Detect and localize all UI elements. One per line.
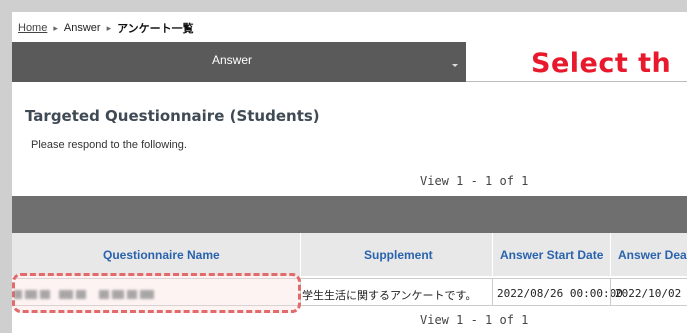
window-left-border [0,0,12,333]
table-header: Questionnaire Name Supplement Answer Sta… [12,233,687,276]
column-divider [610,233,611,276]
column-header-start-date[interactable]: Answer Start Date [500,248,603,262]
pager-top: View 1 - 1 of 1 [420,174,529,188]
caret-down-icon [452,64,458,67]
pager-bottom: View 1 - 1 of 1 [420,313,529,327]
supplement-cell: 学生生活に関するアンケートです。 [302,290,477,302]
breadcrumb: Home ▸ Answer ▸ アンケート一覧 [18,20,194,36]
breadcrumb-home-link[interactable]: Home [18,22,47,34]
instruction-banner: Select th [531,48,672,79]
deadline-cell: 2022/10/02 23 [615,287,687,300]
column-divider [300,233,301,276]
breadcrumb-answer[interactable]: Answer [64,22,101,34]
table-toolbar [12,196,687,233]
cell-divider [492,279,493,305]
breadcrumb-current: アンケート一覧 [117,23,194,35]
column-header-deadline[interactable]: Answer Dead [618,248,687,262]
answer-menu-label: Answer [211,53,252,67]
answer-menu-tab[interactable]: Answer [12,42,466,82]
page-frame: Home ▸ Answer ▸ アンケート一覧 Answer Select th… [12,12,687,333]
page-title: Targeted Questionnaire (Students) [25,107,320,125]
window-top-border [0,0,687,12]
column-header-supplement[interactable]: Supplement [364,248,433,262]
cell-divider [610,279,611,305]
start-date-cell: 2022/08/26 00:00:00 [497,287,623,300]
column-header-name[interactable]: Questionnaire Name [103,248,220,262]
chevron-right-icon: ▸ [53,22,58,33]
redacted-questionnaire-link[interactable] [14,288,194,300]
instruction-text: Please respond to the following. [31,139,187,151]
column-divider [492,233,493,276]
chevron-right-icon: ▸ [106,22,112,33]
